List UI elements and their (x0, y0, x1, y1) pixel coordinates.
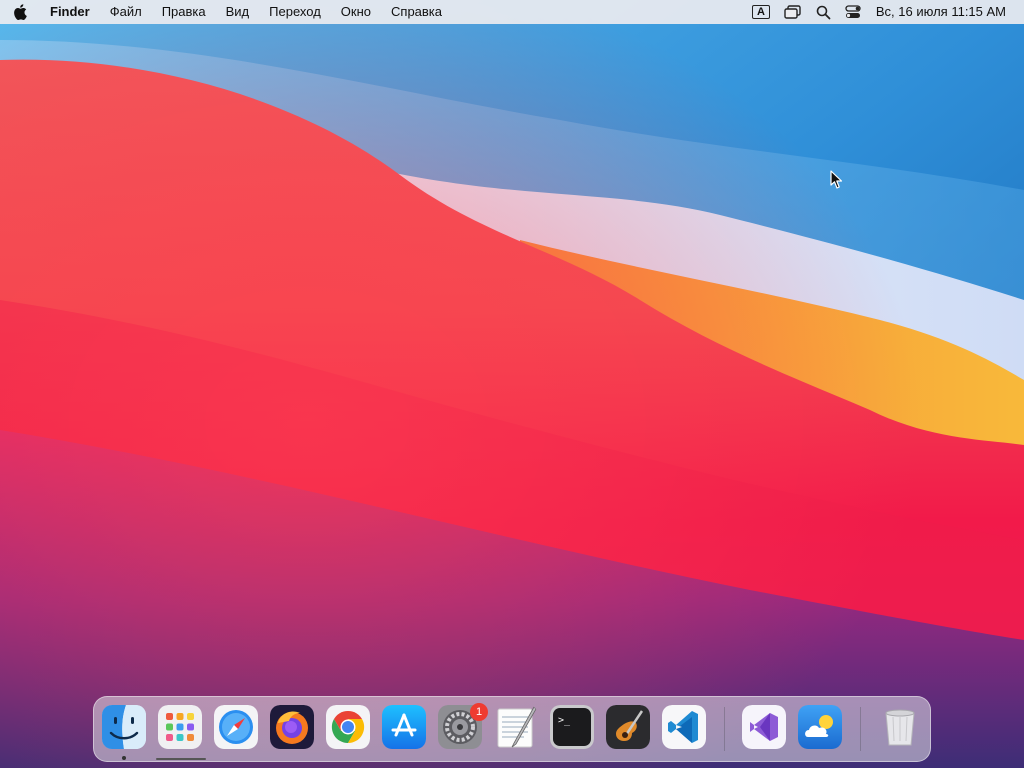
chrome-icon[interactable] (326, 705, 370, 749)
weather-icon[interactable] (798, 705, 842, 749)
control-center-icon[interactable] (838, 0, 868, 24)
menu-file[interactable]: Файл (100, 0, 152, 24)
finder-icon[interactable] (102, 705, 146, 749)
desktop-wallpaper (0, 0, 1024, 768)
dock: 1 >_ (93, 696, 931, 762)
input-source-icon: A (751, 5, 770, 19)
app-store-icon[interactable] (382, 705, 426, 749)
safari-icon[interactable] (214, 705, 258, 749)
menu-window[interactable]: Окно (331, 0, 381, 24)
menu-app-name[interactable]: Finder (40, 0, 100, 24)
launchpad-icon[interactable] (158, 705, 202, 749)
garageband-icon[interactable] (606, 705, 650, 749)
menu-help[interactable]: Справка (381, 0, 452, 24)
menu-bar-clock[interactable]: Вс, 16 июля 11:15 AM (868, 0, 1024, 24)
screen-mirroring-icon[interactable] (777, 0, 809, 24)
trash-icon[interactable] (878, 705, 922, 749)
dock-separator-trash (860, 707, 861, 751)
menu-bar: Finder Файл Правка Вид Переход Окно Спра… (0, 0, 1024, 24)
menu-bar-left: Finder Файл Правка Вид Переход Окно Спра… (0, 0, 452, 24)
menu-go[interactable]: Переход (259, 0, 331, 24)
visual-studio-icon[interactable] (742, 705, 786, 749)
firefox-icon[interactable] (270, 705, 314, 749)
finder-running-indicator (122, 756, 126, 760)
input-source-menu[interactable]: A (745, 0, 777, 24)
textedit-icon[interactable] (494, 705, 538, 749)
menu-bar-status: A Вс, 16 июля 11:15 AM (745, 0, 1024, 24)
menu-view[interactable]: Вид (216, 0, 260, 24)
spotlight-search-icon[interactable] (809, 0, 838, 24)
vscode-icon[interactable] (662, 705, 706, 749)
launchpad-indicator (156, 758, 206, 760)
dock-separator (724, 707, 725, 751)
menu-edit[interactable]: Правка (152, 0, 216, 24)
terminal-prompt: >_ (558, 715, 571, 726)
terminal-icon[interactable]: >_ (550, 705, 594, 749)
mouse-cursor-icon (830, 170, 844, 195)
system-preferences-badge: 1 (470, 703, 488, 721)
apple-logo-icon[interactable] (0, 0, 40, 24)
